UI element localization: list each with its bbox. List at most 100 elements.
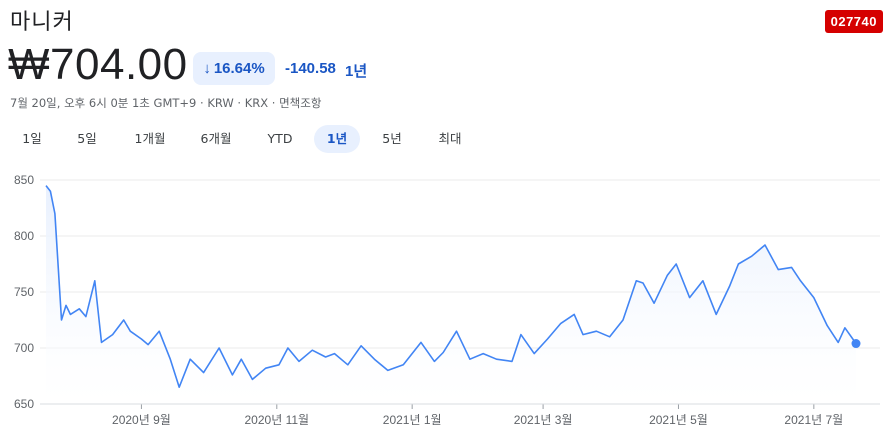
data-point <box>621 318 625 322</box>
data-point <box>594 329 598 333</box>
data-point <box>714 312 718 316</box>
data-point <box>44 184 48 188</box>
data-point <box>264 366 268 370</box>
y-tick-label: 800 <box>14 229 34 243</box>
data-point <box>836 340 840 344</box>
y-tick-label: 850 <box>14 173 34 187</box>
data-point <box>634 279 638 283</box>
tab-1-day[interactable]: 1일 <box>10 125 54 153</box>
tab-max[interactable]: 최대 <box>426 125 474 153</box>
data-point <box>68 312 72 316</box>
price-area-fill <box>46 185 856 404</box>
data-point <box>652 301 656 305</box>
data-point <box>239 357 243 361</box>
x-tick-label: 2021년 5월 <box>649 413 708 427</box>
data-point <box>432 359 436 363</box>
data-point <box>455 329 459 333</box>
data-point <box>332 352 336 356</box>
x-tick-label: 2020년 11월 <box>245 413 310 427</box>
tab-5-year[interactable]: 5년 <box>370 125 414 153</box>
arrow-down-icon: ↓ <box>203 60 211 77</box>
data-point <box>99 340 103 344</box>
data-point <box>843 326 847 330</box>
tab-1-year[interactable]: 1년 <box>314 125 360 153</box>
data-point <box>790 265 794 269</box>
data-point <box>77 307 81 311</box>
tab-6-month[interactable]: 6개월 <box>188 125 244 153</box>
data-point <box>608 335 612 339</box>
data-point <box>202 371 206 375</box>
data-point <box>157 329 161 333</box>
data-point <box>572 312 576 316</box>
data-point <box>481 352 485 356</box>
data-point <box>546 337 550 341</box>
data-point <box>286 346 290 350</box>
x-tick-label: 2021년 7월 <box>784 413 843 427</box>
data-point <box>581 333 585 337</box>
change-percent-value: 16.64% <box>213 60 265 77</box>
tab-1-month[interactable]: 1개월 <box>122 125 178 153</box>
data-point <box>386 368 390 372</box>
data-point <box>665 273 669 277</box>
data-point <box>93 279 97 283</box>
y-tick-label: 750 <box>14 285 34 299</box>
data-point <box>799 279 803 283</box>
data-point <box>812 296 816 300</box>
data-point <box>532 352 536 356</box>
quote-meta-info: 7월 20일, 오후 6시 0분 1초 GMT+9 · KRW · KRX · … <box>10 96 322 110</box>
data-point <box>60 318 64 322</box>
data-point <box>468 357 472 361</box>
data-point <box>324 355 328 359</box>
data-point <box>372 357 376 361</box>
tab-ytd[interactable]: YTD <box>258 125 302 153</box>
price-chart[interactable]: 650 700 750 800 850 2020년 9월 2020년 11월 2021년 1월… <box>0 165 893 444</box>
data-point <box>277 363 281 367</box>
data-point <box>674 262 678 266</box>
data-point <box>250 377 254 381</box>
data-point <box>64 303 68 307</box>
data-point <box>510 359 514 363</box>
data-point <box>763 243 767 247</box>
data-point <box>776 268 780 272</box>
data-point <box>401 363 405 367</box>
data-point <box>111 333 115 337</box>
data-point <box>53 212 57 216</box>
data-point <box>310 348 314 352</box>
tab-5-day[interactable]: 5일 <box>63 125 111 153</box>
data-point <box>688 296 692 300</box>
data-point <box>825 324 829 328</box>
ticker-badge[interactable]: 027740 <box>824 10 883 33</box>
change-percent-badge: ↓ 16.64% <box>193 52 275 85</box>
data-point <box>346 363 350 367</box>
x-tick-label: 2020년 9월 <box>112 413 171 427</box>
data-point <box>146 343 150 347</box>
data-point <box>494 357 498 361</box>
change-absolute: -140.58 <box>285 60 336 77</box>
change-period: 1년 <box>345 63 368 80</box>
data-point <box>750 254 754 258</box>
data-point <box>359 344 363 348</box>
data-point <box>139 337 143 341</box>
data-point <box>177 385 181 389</box>
x-tick-label: 2021년 1월 <box>383 413 442 427</box>
data-point <box>519 333 523 337</box>
y-tick-label: 650 <box>14 397 34 411</box>
y-tick-label: 700 <box>14 341 34 355</box>
company-name: 마니커 <box>10 10 74 35</box>
data-point <box>188 357 192 361</box>
data-point <box>122 318 126 322</box>
last-price-dot <box>851 339 861 349</box>
data-point <box>441 350 445 354</box>
data-point <box>48 189 52 193</box>
data-point <box>84 315 88 319</box>
data-point <box>297 359 301 363</box>
data-point <box>728 284 732 288</box>
data-point <box>168 357 172 361</box>
data-point <box>217 346 221 350</box>
data-point <box>128 329 132 333</box>
data-point <box>230 373 234 377</box>
data-point <box>641 281 645 285</box>
data-point <box>419 340 423 344</box>
data-point <box>559 321 563 325</box>
data-point <box>701 279 705 283</box>
